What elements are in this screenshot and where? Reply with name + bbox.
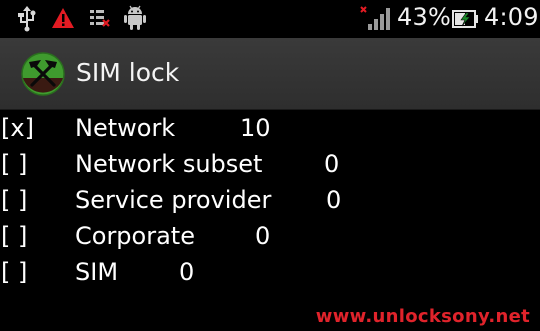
lock-label: Corporate (75, 222, 195, 250)
lock-row-network-subset: [ ] Network subset 0 (0, 150, 540, 187)
unlock-logo-icon[interactable] (21, 52, 65, 96)
lock-label: SIM (75, 258, 119, 286)
lock-count: 0 (326, 186, 342, 214)
lock-checkbox[interactable]: [ ] (1, 258, 27, 286)
lock-checkbox[interactable]: [ ] (1, 186, 27, 214)
lock-row-service-provider: [ ] Service provider 0 (0, 186, 540, 223)
status-bar: 43% 4:09 (0, 0, 540, 38)
lock-count: 10 (240, 114, 271, 142)
lock-count: 0 (179, 258, 195, 286)
lock-row-network: [x] Network 10 (0, 114, 540, 151)
no-sim-icon (90, 10, 110, 27)
lock-count: 0 (324, 150, 340, 178)
lock-label: Service provider (75, 186, 272, 214)
page-title: SIM lock (76, 58, 180, 87)
battery-charging-icon (452, 10, 478, 28)
clock: 4:09 (484, 3, 539, 31)
sim-lock-list: [x] Network 10 [ ] Network subset 0 [ ] … (0, 110, 540, 331)
battery-percent: 43% (397, 3, 451, 31)
lock-row-corporate: [ ] Corporate 0 (0, 222, 540, 259)
lock-checkbox[interactable]: [ ] (1, 222, 27, 250)
lock-count: 0 (255, 222, 271, 250)
lock-row-sim: [ ] SIM 0 (0, 258, 540, 295)
android-debug-icon (124, 5, 146, 30)
signal-icon (360, 6, 390, 30)
warning-icon (52, 8, 74, 28)
lock-checkbox[interactable]: [x] (1, 114, 34, 142)
lock-checkbox[interactable]: [ ] (1, 150, 27, 178)
watermark-text: www.unlocksony.net (315, 306, 530, 327)
usb-icon (18, 6, 36, 32)
lock-label: Network (75, 114, 176, 142)
lock-label: Network subset (75, 150, 263, 178)
action-bar: SIM lock (0, 38, 540, 110)
